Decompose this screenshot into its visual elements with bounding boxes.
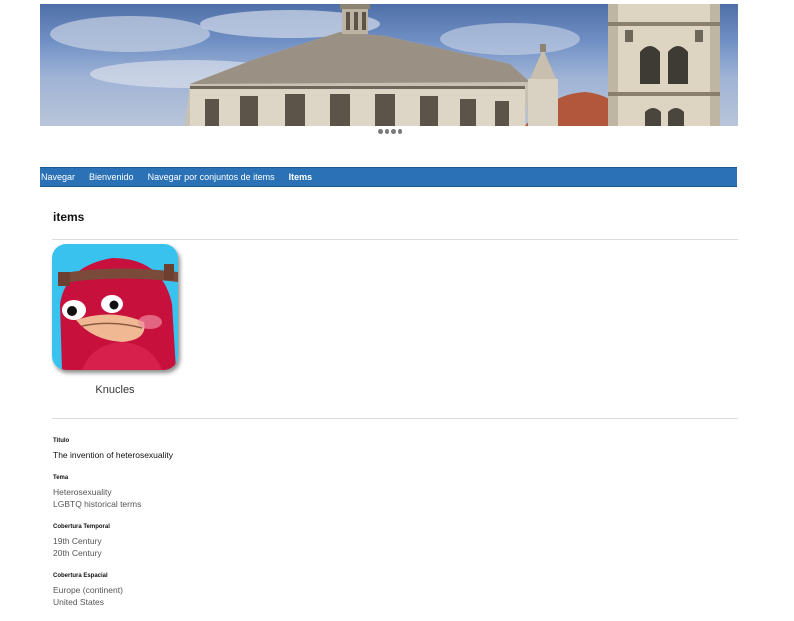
metadata-label: Tema: [53, 474, 69, 481]
carousel-dot[interactable]: [391, 129, 396, 134]
metadata-value: The invention of heterosexuality: [53, 450, 174, 460]
nav-link-bienvenido[interactable]: Bienvenido: [89, 172, 134, 182]
metadata-label: Cobertura Espacial: [53, 572, 108, 579]
metadata-value: 19th Century: [53, 535, 102, 546]
page-title: items: [53, 210, 85, 224]
metadata-label: Cobertura Temporal: [53, 523, 110, 530]
carousel-dot[interactable]: [397, 129, 402, 134]
carousel-dot[interactable]: [378, 129, 383, 134]
metadata-value: LGBTQ historical terms: [53, 499, 142, 509]
item-metadata: Titulo The invention of heterosexuality …: [53, 437, 653, 621]
metadata-value: Europe (continent): [53, 584, 123, 595]
metadata-value: United States: [53, 597, 105, 607]
item-thumbnail[interactable]: [52, 244, 178, 370]
metadata-field-tema: Tema Heterosexuality LGBTQ historical te…: [53, 474, 653, 511]
metadata-field-cobertura-temporal: Cobertura Temporal 19th Century 20th Cen…: [53, 523, 653, 560]
nav-link-navegar[interactable]: Navegar: [41, 172, 75, 182]
item-card[interactable]: Knucles: [52, 244, 178, 396]
metadata-field-cobertura-espacial: Cobertura Espacial Europe (continent) Un…: [53, 572, 653, 609]
metadata-value: 20th Century: [53, 548, 102, 558]
carousel-dot[interactable]: [384, 129, 389, 134]
title-divider: [52, 239, 738, 240]
main-navbar: Navegar Bienvenido Navegar por conjuntos…: [40, 167, 737, 187]
item-caption[interactable]: Knucles: [52, 384, 178, 396]
carousel-indicators[interactable]: [378, 129, 402, 137]
metadata-field-titulo: Titulo The invention of heterosexuality: [53, 437, 653, 462]
nav-link-item-sets[interactable]: Navegar por conjuntos de items: [148, 172, 275, 182]
cathedral-photo: [50, 4, 720, 126]
nav-link-items[interactable]: Items: [289, 172, 313, 182]
metadata-value: Heterosexuality: [53, 486, 112, 497]
ugandan-knuckles-image: [52, 244, 178, 370]
item-divider: [52, 418, 738, 419]
metadata-label: Titulo: [53, 438, 70, 444]
header-banner-image: [40, 4, 738, 126]
